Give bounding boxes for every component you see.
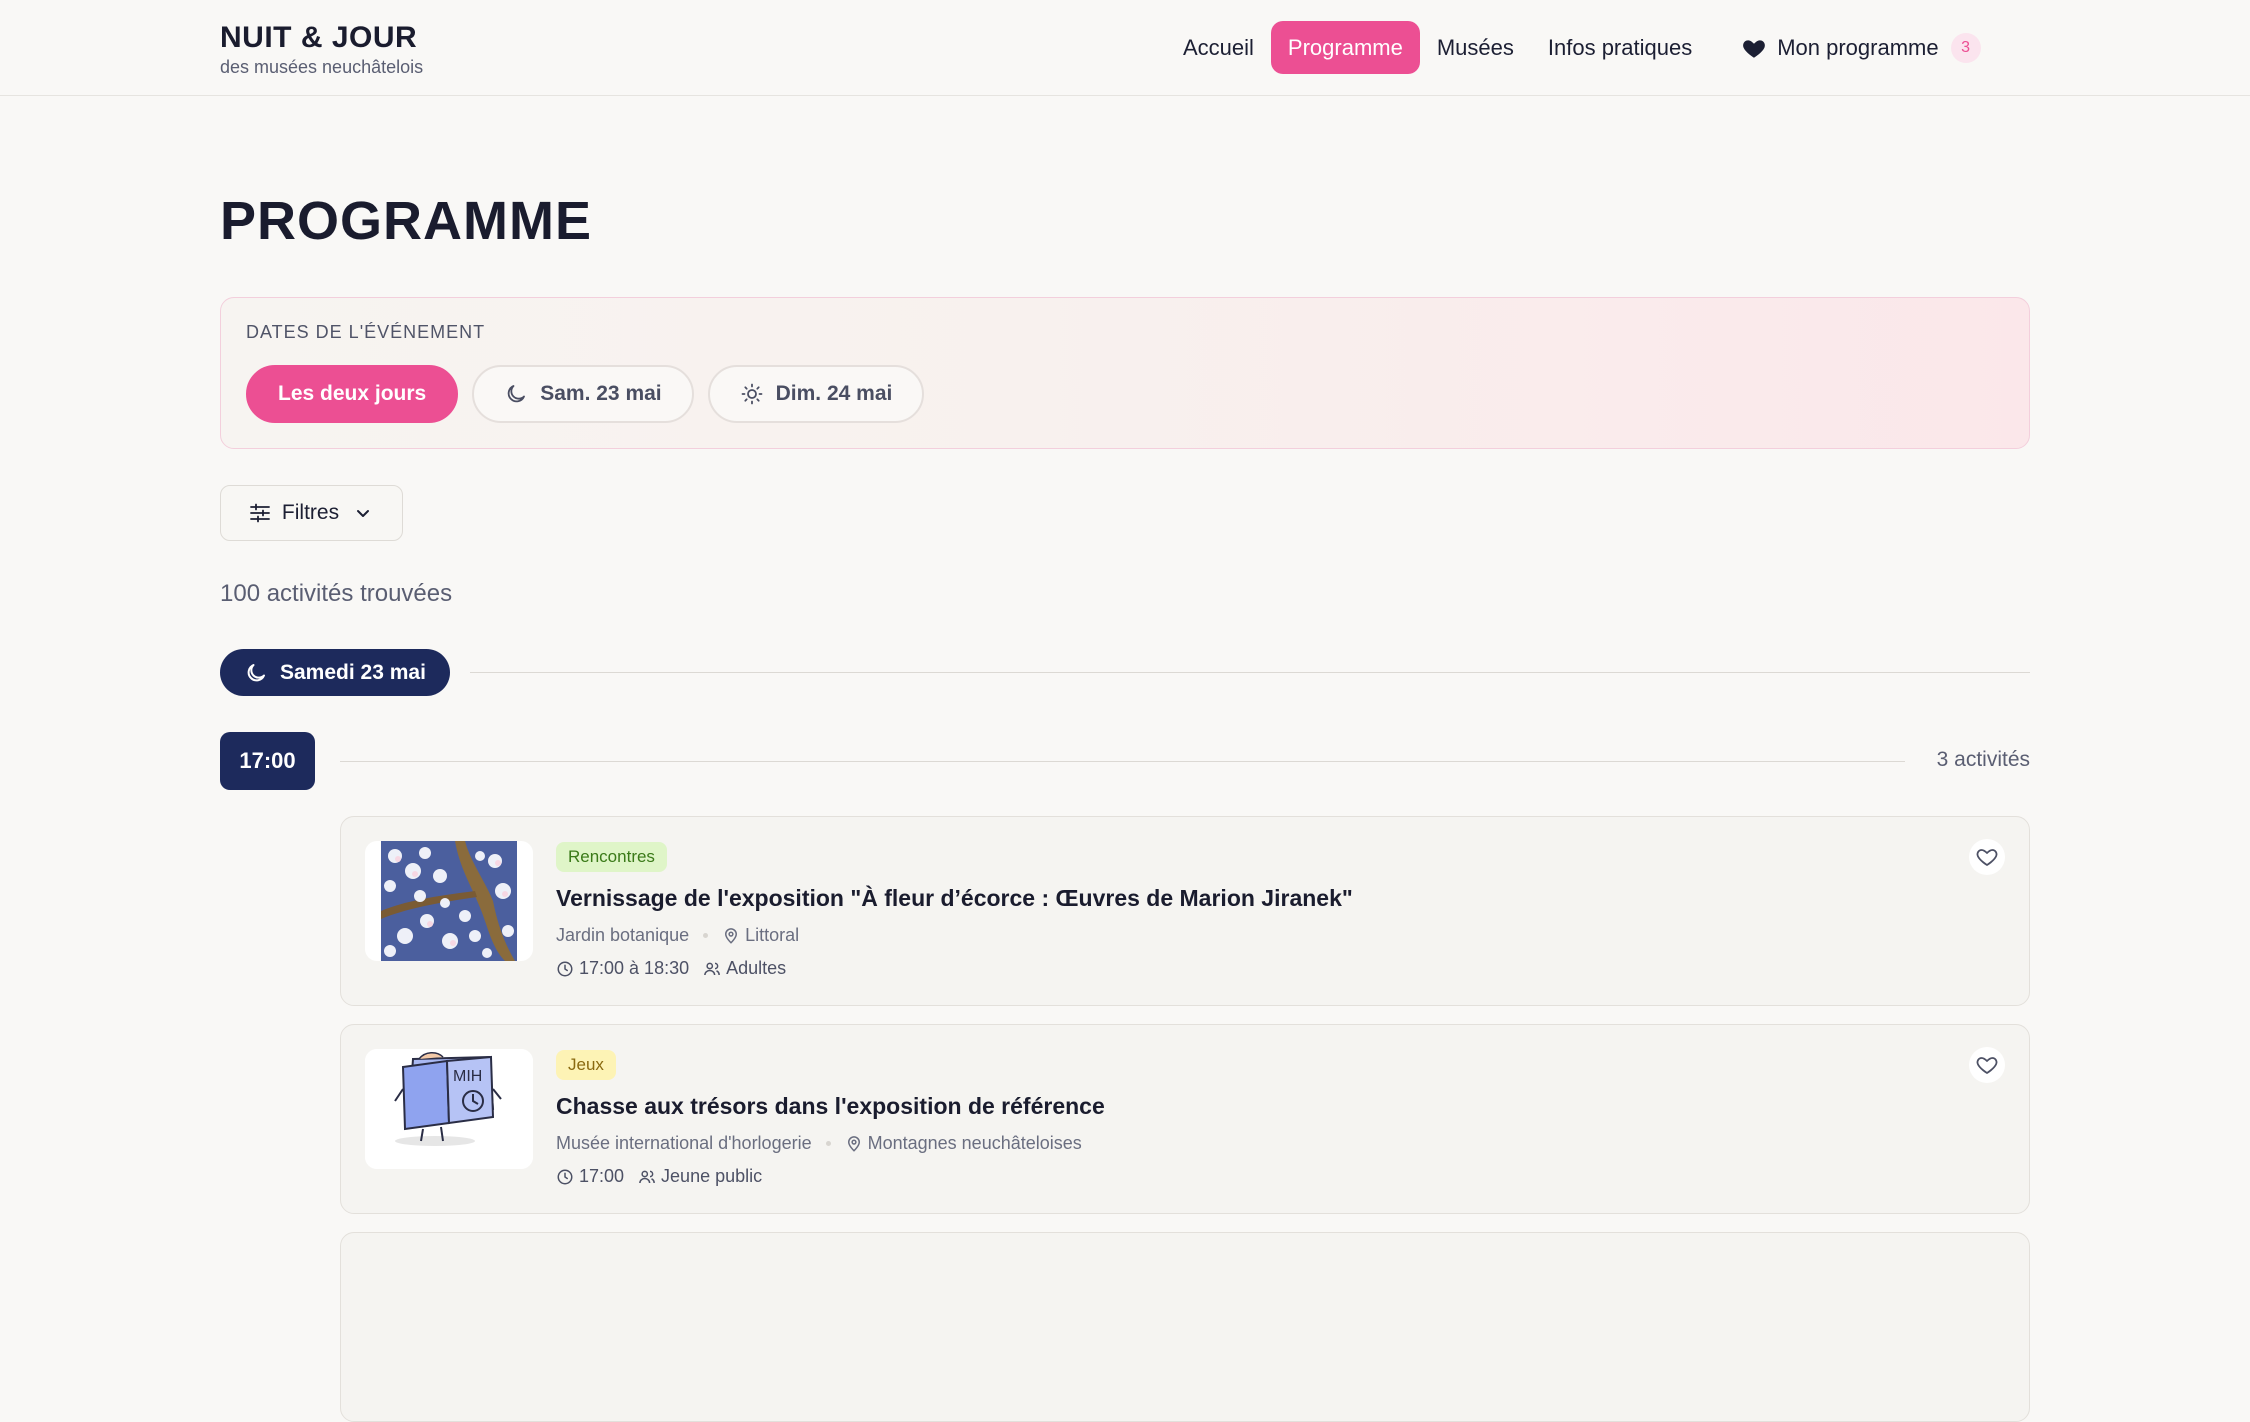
activity-title: Vernissage de l'exposition "À fleur d’éc… bbox=[556, 885, 1353, 911]
activity-details: 17:00 Jeune public bbox=[556, 1166, 762, 1187]
time-slot-count: 3 activités bbox=[1936, 748, 2030, 771]
day-divider bbox=[470, 672, 2030, 673]
site-header: NUIT & JOUR des musées neuchâtelois Accu… bbox=[0, 0, 2250, 96]
date-option-sunday-label: Dim. 24 mai bbox=[775, 382, 893, 405]
separator-dot bbox=[825, 1141, 831, 1146]
moon-icon bbox=[247, 663, 265, 681]
clock-mascot-image: MIH bbox=[365, 1049, 533, 1169]
brand-subtitle: des musées neuchâtelois bbox=[220, 57, 424, 77]
time-slot-badge: 17:00 bbox=[220, 732, 315, 790]
day-header: Samedi 23 mai bbox=[220, 649, 450, 696]
museum-name: Jardin botanique bbox=[556, 925, 690, 945]
activity-card[interactable]: MIH Jeux Chasse aux trésors dans l'expos… bbox=[340, 1024, 2030, 1214]
activity-thumbnail: MIH bbox=[365, 1049, 533, 1169]
dates-label: DATES DE L'ÉVÉNEMENT bbox=[246, 322, 486, 342]
activity-card[interactable] bbox=[340, 1232, 2030, 1422]
users-icon bbox=[704, 962, 720, 975]
day-header-label: Samedi 23 mai bbox=[280, 660, 426, 684]
main-nav: Accueil Programme Musées Infos pratiques… bbox=[1166, 21, 1981, 74]
region-name: Montagnes neuchâteloises bbox=[867, 1133, 1082, 1153]
activity-audience: Adultes bbox=[726, 958, 787, 978]
nav-accueil[interactable]: Accueil bbox=[1166, 21, 1271, 74]
brand-logo[interactable]: NUIT & JOUR des musées neuchâtelois bbox=[220, 20, 423, 78]
date-filter-panel: DATES DE L'ÉVÉNEMENT Les deux jours Sam.… bbox=[220, 297, 2030, 449]
map-pin-icon bbox=[725, 927, 738, 944]
clock-icon bbox=[557, 1169, 573, 1184]
activity-audience: Jeune public bbox=[661, 1166, 763, 1186]
activity-details: 17:00 à 18:30 Adultes bbox=[556, 958, 786, 979]
favorite-button[interactable] bbox=[1969, 839, 2005, 875]
time-divider bbox=[340, 761, 1905, 762]
date-option-sunday[interactable]: Dim. 24 mai bbox=[707, 365, 925, 423]
svg-text:MIH: MIH bbox=[453, 1068, 482, 1085]
date-option-both-days[interactable]: Les deux jours bbox=[246, 365, 459, 423]
flower-painting-image bbox=[381, 841, 517, 961]
date-option-saturday-label: Sam. 23 mai bbox=[540, 382, 662, 405]
clock-icon bbox=[557, 961, 573, 976]
region-name: Littoral bbox=[745, 925, 800, 945]
separator-dot bbox=[703, 933, 709, 938]
heart-filled-icon bbox=[1743, 39, 1766, 58]
activity-location: Musée international d'horlogerie Montagn… bbox=[556, 1133, 1082, 1154]
museum-name: Musée international d'horlogerie bbox=[556, 1133, 812, 1153]
sliders-icon bbox=[250, 503, 270, 523]
date-option-both-days-label: Les deux jours bbox=[278, 382, 427, 405]
nav-programme[interactable]: Programme bbox=[1270, 21, 1420, 74]
activity-title: Chasse aux trésors dans l'exposition de … bbox=[556, 1093, 1105, 1119]
date-option-saturday[interactable]: Sam. 23 mai bbox=[472, 365, 694, 423]
activity-time: 17:00 bbox=[579, 1166, 625, 1186]
sun-icon bbox=[741, 383, 763, 405]
map-pin-icon bbox=[847, 1135, 860, 1152]
chevron-down-icon bbox=[357, 510, 370, 517]
activity-card[interactable]: Rencontres Vernissage de l'exposition "À… bbox=[340, 816, 2030, 1006]
nav-mon-programme-label: Mon programme bbox=[1777, 34, 1939, 60]
category-tag: Rencontres bbox=[556, 842, 667, 872]
page-title: PROGRAMME bbox=[220, 191, 592, 251]
filters-label: Filtres bbox=[281, 501, 340, 524]
heart-icon bbox=[1976, 849, 1998, 866]
activity-time: 17:00 à 18:30 bbox=[579, 958, 690, 978]
moon-icon bbox=[507, 385, 526, 403]
filters-button[interactable]: Filtres bbox=[220, 485, 403, 541]
activity-location: Jardin botanique Littoral bbox=[556, 925, 799, 946]
heart-icon bbox=[1976, 1057, 1998, 1074]
category-tag: Jeux bbox=[556, 1050, 616, 1080]
favorites-count-badge: 3 bbox=[1950, 32, 1981, 63]
date-options: Les deux jours Sam. 23 mai Dim. 24 mai bbox=[246, 365, 938, 423]
activity-thumbnail bbox=[365, 841, 533, 961]
results-count: 100 activités trouvées bbox=[220, 580, 453, 607]
users-icon bbox=[639, 1170, 655, 1183]
favorite-button[interactable] bbox=[1969, 1047, 2005, 1083]
brand-title: NUIT & JOUR bbox=[220, 21, 418, 54]
nav-musees[interactable]: Musées bbox=[1420, 21, 1531, 74]
nav-infos-pratiques[interactable]: Infos pratiques bbox=[1531, 21, 1709, 74]
nav-mon-programme[interactable]: Mon programme 3 bbox=[1741, 32, 1981, 63]
